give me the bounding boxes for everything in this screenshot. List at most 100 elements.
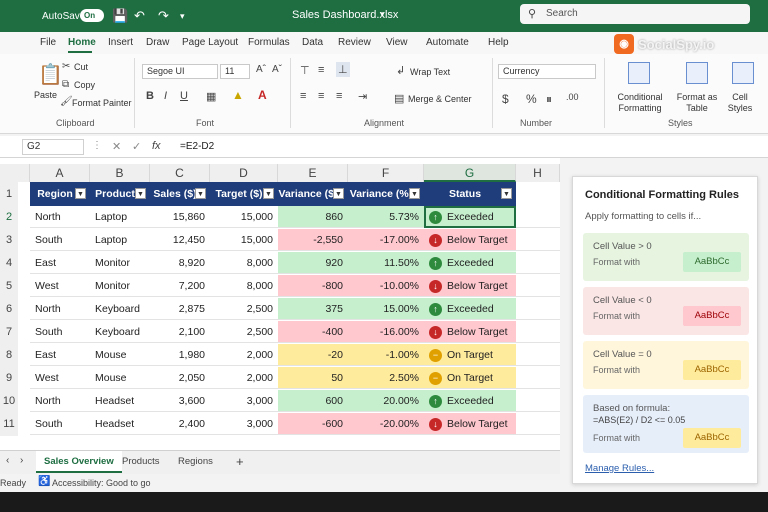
tab-data[interactable]: Data	[302, 37, 323, 48]
cell-c5[interactable]: 7,200	[150, 275, 210, 297]
cell-c2[interactable]: 15,860	[150, 206, 210, 228]
cell-b9[interactable]: Mouse	[90, 367, 150, 389]
cell-e5[interactable]: -800	[278, 275, 348, 297]
scroll-right-icon[interactable]: ›	[20, 455, 23, 466]
cell-f2[interactable]: 5.73%	[348, 206, 424, 228]
cell-f5[interactable]: -10.00%	[348, 275, 424, 297]
enter-icon[interactable]: ✓	[132, 140, 141, 153]
filter-dropdown-icon[interactable]: ▼	[195, 188, 206, 199]
column-header-a[interactable]: A	[30, 164, 90, 182]
filter-dropdown-icon[interactable]: ▼	[75, 188, 86, 199]
row-header-6[interactable]: 6	[0, 298, 18, 321]
qat-more-icon[interactable]: ▾	[180, 11, 185, 22]
filter-dropdown-icon[interactable]: ▼	[135, 188, 146, 199]
merge-center-button[interactable]: Merge & Center	[408, 94, 472, 104]
grow-font-icon[interactable]: Aˆ	[256, 64, 266, 75]
name-box[interactable]: G2	[22, 139, 84, 155]
add-sheet-icon[interactable]: +	[236, 454, 244, 469]
select-all-corner[interactable]	[0, 164, 30, 182]
cell-c7[interactable]: 2,100	[150, 321, 210, 343]
cell-d11[interactable]: 3,000	[210, 413, 278, 435]
cell-c9[interactable]: 2,050	[150, 367, 210, 389]
cell-e4[interactable]: 920	[278, 252, 348, 274]
cell-e2[interactable]: 860	[278, 206, 348, 228]
cell-f4[interactable]: 11.50%	[348, 252, 424, 274]
comma-style-icon[interactable]: ⏸	[546, 92, 552, 107]
cell-e3[interactable]: -2,550	[278, 229, 348, 251]
indent-icon[interactable]: ⇥	[358, 90, 367, 103]
cell-c3[interactable]: 12,450	[150, 229, 210, 251]
cell-e11[interactable]: -600	[278, 413, 348, 435]
cell-e7[interactable]: -400	[278, 321, 348, 343]
bold-icon[interactable]: B	[146, 90, 154, 102]
cell-h5[interactable]	[516, 275, 560, 297]
cell-f6[interactable]: 15.00%	[348, 298, 424, 320]
align-middle-icon[interactable]: ≡	[318, 64, 324, 76]
cell-a10[interactable]: North	[30, 390, 90, 412]
tab-draw[interactable]: Draw	[146, 37, 169, 48]
cell-b3[interactable]: Laptop	[90, 229, 150, 251]
row-header-9[interactable]: 9	[0, 367, 18, 390]
cell-a3[interactable]: South	[30, 229, 90, 251]
scroll-left-icon[interactable]: ‹	[6, 455, 9, 466]
shrink-font-icon[interactable]: Aˇ	[272, 64, 282, 75]
save-icon[interactable]: 💾	[112, 8, 128, 24]
cell-f8[interactable]: -1.00%	[348, 344, 424, 366]
cancel-icon[interactable]: ✕	[112, 140, 121, 153]
increase-decimal-icon[interactable]: .00	[566, 92, 579, 102]
row-header-7[interactable]: 7	[0, 321, 18, 344]
cell-b2[interactable]: Laptop	[90, 206, 150, 228]
formula-input[interactable]: =E2-D2	[180, 141, 214, 152]
tab-help[interactable]: Help	[488, 37, 509, 48]
cell-styles-icon[interactable]	[732, 62, 754, 84]
cell-d9[interactable]: 2,000	[210, 367, 278, 389]
cell-e8[interactable]: -20	[278, 344, 348, 366]
column-header-f[interactable]: F	[348, 164, 424, 182]
sheet-tab-products[interactable]: Products	[114, 451, 168, 473]
filter-dropdown-icon[interactable]: ▼	[333, 188, 344, 199]
cell-h9[interactable]	[516, 367, 560, 389]
cell-e9[interactable]: 50	[278, 367, 348, 389]
rule-card[interactable]: Based on formula: =ABS(E2) / D2 <= 0.05 Fo…	[583, 395, 749, 453]
row-header-2[interactable]: 2	[0, 206, 18, 229]
tab-view[interactable]: View	[386, 37, 408, 48]
cell-a5[interactable]: West	[30, 275, 90, 297]
align-right-icon[interactable]: ≡	[336, 90, 342, 102]
row-header-8[interactable]: 8	[0, 344, 18, 367]
cell-g3[interactable]: ↓ Below Target	[424, 229, 516, 251]
row-header-1[interactable]: 1	[0, 182, 18, 206]
cell-a2[interactable]: North	[30, 206, 90, 228]
cell-d3[interactable]: 15,000	[210, 229, 278, 251]
undo-icon[interactable]: ↶	[134, 8, 145, 24]
autosave-toggle[interactable]: On	[80, 9, 104, 22]
rule-card[interactable]: Cell Value > 0 Format with AaBbCc	[583, 233, 749, 281]
cell-a7[interactable]: South	[30, 321, 90, 343]
tab-file[interactable]: File	[40, 37, 56, 48]
cell-a4[interactable]: East	[30, 252, 90, 274]
cell-f9[interactable]: 2.50%	[348, 367, 424, 389]
tab-automate[interactable]: Automate	[426, 37, 469, 48]
cell-a8[interactable]: East	[30, 344, 90, 366]
number-format-select[interactable]: Currency	[498, 64, 596, 79]
accessibility-icon[interactable]: ♿	[38, 476, 50, 487]
more-options-icon[interactable]: ⋮	[92, 140, 102, 151]
cell-b10[interactable]: Headset	[90, 390, 150, 412]
row-header-4[interactable]: 4	[0, 252, 18, 275]
cell-h4[interactable]	[516, 252, 560, 274]
cell-a11[interactable]: South	[30, 413, 90, 435]
font-color-icon[interactable]: A	[258, 88, 267, 102]
percent-icon[interactable]: %	[526, 92, 537, 106]
cell-d8[interactable]: 2,000	[210, 344, 278, 366]
cell-h8[interactable]	[516, 344, 560, 366]
cell-f3[interactable]: -17.00%	[348, 229, 424, 251]
tab-home[interactable]: Home	[68, 37, 96, 48]
format-as-table-button[interactable]: Format as Table	[672, 92, 722, 114]
tab-review[interactable]: Review	[338, 37, 371, 48]
column-header-d[interactable]: D	[210, 164, 278, 182]
filter-dropdown-icon[interactable]: ▼	[501, 188, 512, 199]
paste-button[interactable]: Paste	[34, 90, 57, 100]
cell-g8[interactable]: − On Target	[424, 344, 516, 366]
cell-h6[interactable]	[516, 298, 560, 320]
cell-b6[interactable]: Keyboard	[90, 298, 150, 320]
format-preview-swatch[interactable]: AaBbCc	[683, 428, 741, 448]
